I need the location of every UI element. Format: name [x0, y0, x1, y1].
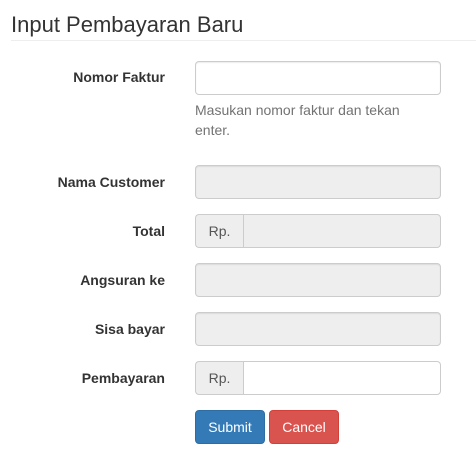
pembayaran-label: Pembayaran [81, 370, 165, 386]
cancel-button[interactable]: Cancel [269, 410, 339, 444]
total-input[interactable] [243, 214, 441, 248]
angsuran-input[interactable] [195, 263, 441, 297]
nama-customer-label: Nama Customer [57, 174, 165, 190]
page-title: Input Pembayaran Baru [11, 12, 244, 37]
nomor-faktur-input[interactable] [195, 61, 441, 95]
sisa-bayar-label: Sisa bayar [94, 321, 165, 337]
pembayaran-input[interactable] [243, 361, 441, 395]
divider [11, 40, 476, 41]
nomor-faktur-label: Nomor Faktur [73, 69, 165, 85]
nama-customer-input[interactable] [195, 165, 441, 199]
total-label: Total [132, 223, 165, 239]
pembayaran-currency-addon: Rp. [195, 361, 243, 395]
total-currency-addon: Rp. [195, 214, 243, 248]
sisa-bayar-input[interactable] [195, 312, 441, 346]
pembayaran-input-group: Rp. [195, 361, 441, 395]
total-input-group: Rp. [195, 214, 441, 248]
submit-button[interactable]: Submit [195, 410, 265, 444]
angsuran-label: Angsuran ke [80, 272, 165, 288]
nomor-faktur-help: Masukan nomor faktur dan tekan enter. [195, 102, 400, 138]
